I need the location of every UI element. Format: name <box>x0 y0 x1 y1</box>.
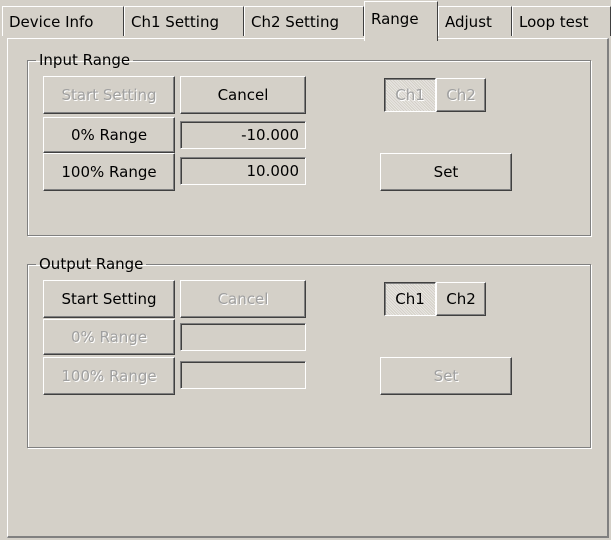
tab-range[interactable]: Range <box>364 1 438 41</box>
output-hundred-range-button[interactable]: 100% Range <box>43 357 175 395</box>
input-zero-range-value: -10.000 <box>180 121 306 149</box>
tab-adjust[interactable]: Adjust <box>438 6 512 36</box>
output-start-setting-button[interactable]: Start Setting <box>43 280 175 318</box>
tab-ch2-setting[interactable]: Ch2 Setting <box>244 6 364 36</box>
tab-loop-test[interactable]: Loop test <box>512 6 611 36</box>
input-hundred-range-button[interactable]: 100% Range <box>43 153 175 191</box>
input-set-button[interactable]: Set <box>380 153 512 191</box>
output-cancel-button[interactable]: Cancel <box>180 280 306 318</box>
output-ch2-toggle[interactable]: Ch2 <box>436 282 486 316</box>
input-hundred-range-value: 10.000 <box>180 157 306 185</box>
input-cancel-button[interactable]: Cancel <box>180 76 306 114</box>
tab-strip: Device Info Ch1 Setting Ch2 Setting Rang… <box>0 0 611 41</box>
output-ch1-toggle[interactable]: Ch1 <box>384 282 436 316</box>
input-range-legend: Input Range <box>39 51 131 69</box>
output-zero-range-value <box>180 323 306 351</box>
output-set-button[interactable]: Set <box>380 357 512 395</box>
input-zero-range-button[interactable]: 0% Range <box>43 117 175 153</box>
input-ch1-toggle[interactable]: Ch1 <box>384 78 436 112</box>
output-zero-range-button[interactable]: 0% Range <box>43 319 175 355</box>
output-range-legend: Output Range <box>39 255 144 273</box>
input-ch2-toggle[interactable]: Ch2 <box>436 78 486 112</box>
tab-device-info[interactable]: Device Info <box>2 6 124 36</box>
tab-ch1-setting[interactable]: Ch1 Setting <box>124 6 244 36</box>
input-start-setting-button[interactable]: Start Setting <box>43 76 175 114</box>
output-hundred-range-value <box>180 361 306 389</box>
